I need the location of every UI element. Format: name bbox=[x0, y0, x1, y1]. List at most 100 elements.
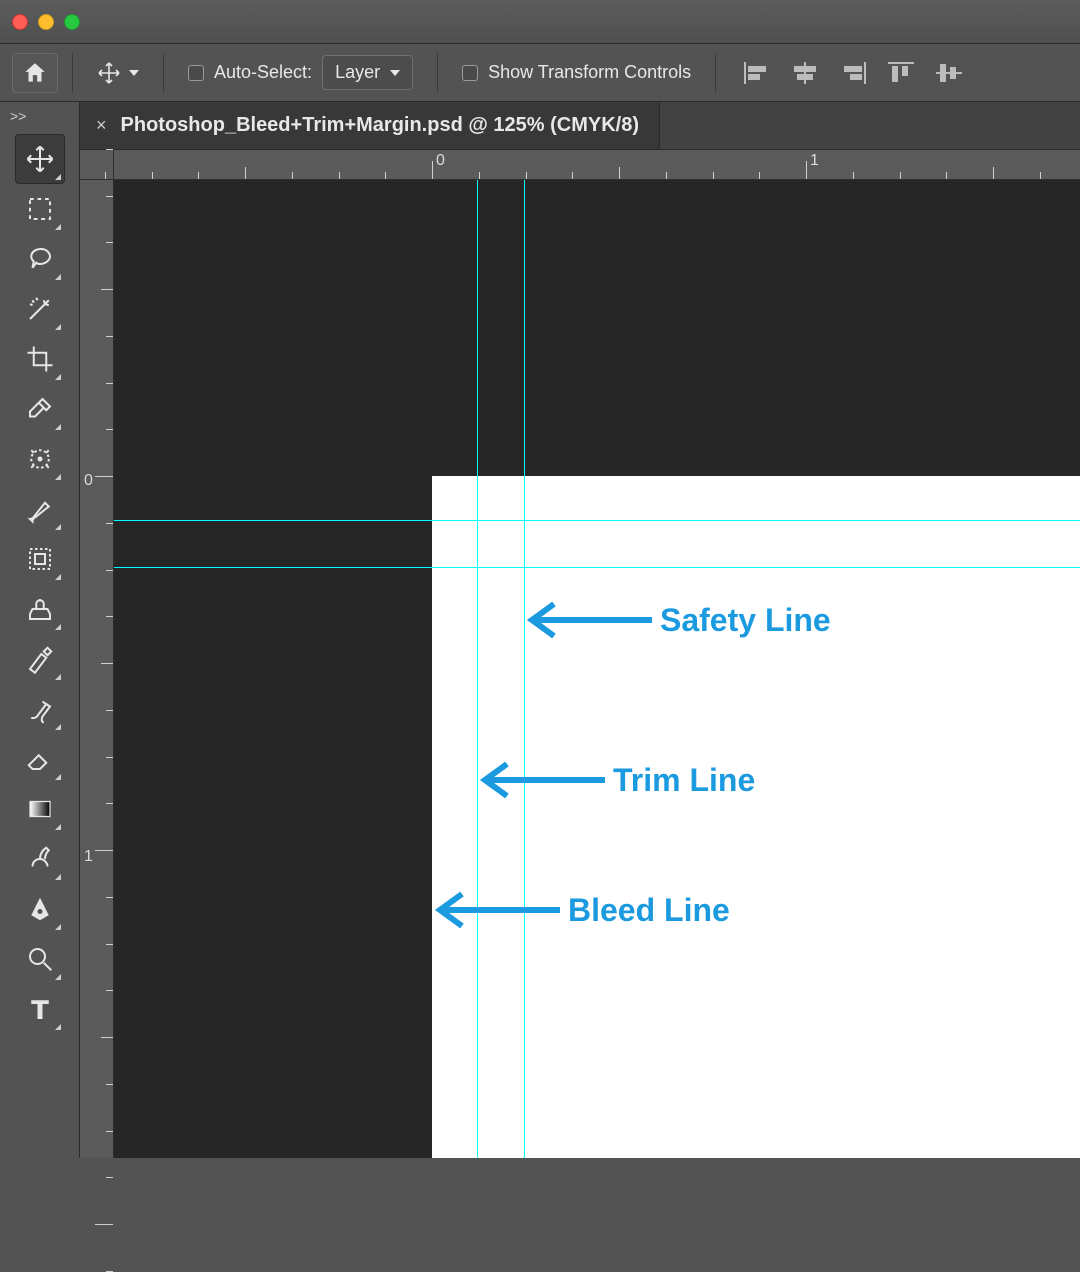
flyout-indicator-icon bbox=[55, 724, 61, 730]
spot-healing-tool-icon bbox=[25, 444, 55, 474]
smudge-tool-icon bbox=[25, 844, 55, 874]
eraser-tool-icon bbox=[25, 744, 55, 774]
annotation-label: Safety Line bbox=[660, 602, 831, 639]
document-page bbox=[432, 476, 1080, 1158]
ruler-horizontal[interactable]: 01 bbox=[114, 150, 1080, 180]
eyedropper-tool[interactable] bbox=[15, 384, 65, 434]
gradient-tool-icon bbox=[25, 794, 55, 824]
guide-horizontal[interactable] bbox=[114, 567, 1080, 568]
ruler-vertical[interactable]: 01 bbox=[80, 180, 114, 1158]
align-top-button[interactable] bbox=[888, 62, 914, 84]
canvas-viewport[interactable]: Safety Line Trim Line Bleed Line bbox=[114, 180, 1080, 1158]
show-transform-checkbox[interactable] bbox=[462, 65, 478, 81]
annotation-label: Trim Line bbox=[613, 762, 755, 799]
document-tab[interactable]: × Photoshop_Bleed+Trim+Margin.psd @ 125%… bbox=[80, 102, 660, 149]
flyout-indicator-icon bbox=[55, 324, 61, 330]
flyout-indicator-icon bbox=[55, 924, 61, 930]
panel-collapse-button[interactable]: >> bbox=[0, 102, 79, 130]
history-brush-tool[interactable] bbox=[15, 634, 65, 684]
guide-vertical[interactable] bbox=[477, 180, 478, 1158]
auto-select-group: Auto-Select: Layer bbox=[178, 53, 423, 93]
move-tool[interactable] bbox=[15, 134, 65, 184]
home-button[interactable] bbox=[12, 53, 58, 93]
window-minimize-button[interactable] bbox=[38, 14, 54, 30]
separator bbox=[72, 53, 73, 93]
align-left-button[interactable] bbox=[744, 62, 770, 84]
type-tool[interactable] bbox=[15, 984, 65, 1034]
type-tool-icon bbox=[25, 994, 55, 1024]
auto-select-dropdown[interactable]: Layer bbox=[322, 55, 413, 90]
gradient-tool[interactable] bbox=[15, 784, 65, 834]
smudge-tool[interactable] bbox=[15, 834, 65, 884]
guide-horizontal[interactable] bbox=[114, 520, 1080, 521]
flyout-indicator-icon bbox=[55, 274, 61, 280]
show-transform-group: Show Transform Controls bbox=[452, 53, 701, 93]
ruler-h-label: 1 bbox=[810, 152, 819, 170]
ruler-v-label: 0 bbox=[84, 472, 93, 490]
flyout-indicator-icon bbox=[55, 224, 61, 230]
flyout-indicator-icon bbox=[55, 774, 61, 780]
mixer-brush-tool-icon bbox=[25, 694, 55, 724]
marquee-tool[interactable] bbox=[15, 184, 65, 234]
current-tool-indicator[interactable] bbox=[87, 53, 149, 93]
separator bbox=[163, 53, 164, 93]
lasso-tool-icon bbox=[25, 244, 55, 274]
workspace: >> × Photoshop_Bleed+Trim+Margin.psd @ 1… bbox=[0, 102, 1080, 1158]
flyout-indicator-icon bbox=[55, 874, 61, 880]
mixer-brush-tool[interactable] bbox=[15, 684, 65, 734]
flyout-indicator-icon bbox=[55, 374, 61, 380]
tools-panel: >> bbox=[0, 102, 80, 1158]
arrow-left-icon bbox=[477, 760, 607, 800]
clone-stamp-tool[interactable] bbox=[15, 584, 65, 634]
pen-tool-icon bbox=[25, 894, 55, 924]
home-icon bbox=[22, 60, 48, 86]
flyout-indicator-icon bbox=[55, 474, 61, 480]
show-transform-label: Show Transform Controls bbox=[488, 62, 691, 83]
flyout-indicator-icon bbox=[55, 1024, 61, 1030]
flyout-indicator-icon bbox=[55, 174, 61, 180]
magic-wand-tool-icon bbox=[25, 294, 55, 324]
window-controls bbox=[12, 14, 80, 30]
flyout-indicator-icon bbox=[55, 674, 61, 680]
auto-select-checkbox[interactable] bbox=[188, 65, 204, 81]
history-brush-tool-icon bbox=[25, 644, 55, 674]
auto-select-value: Layer bbox=[335, 62, 380, 83]
eyedropper-tool-icon bbox=[25, 394, 55, 424]
magic-wand-tool[interactable] bbox=[15, 284, 65, 334]
annotation-label: Bleed Line bbox=[568, 892, 730, 929]
zoom-tool-icon bbox=[25, 944, 55, 974]
chevron-down-icon bbox=[390, 70, 400, 76]
crop-tool-icon bbox=[25, 344, 55, 374]
ruler-origin[interactable] bbox=[80, 150, 114, 180]
chevron-right-icon: >> bbox=[10, 108, 26, 124]
brush-tool[interactable] bbox=[15, 484, 65, 534]
separator bbox=[715, 53, 716, 93]
auto-select-label: Auto-Select: bbox=[214, 62, 312, 83]
align-center-h-button[interactable] bbox=[792, 62, 818, 84]
eraser-tool[interactable] bbox=[15, 734, 65, 784]
annotation: Bleed Line bbox=[432, 890, 730, 930]
tab-close-button[interactable]: × bbox=[96, 115, 107, 136]
flyout-indicator-icon bbox=[55, 974, 61, 980]
separator bbox=[437, 53, 438, 93]
align-buttons bbox=[730, 62, 962, 84]
guide-vertical[interactable] bbox=[524, 180, 525, 1158]
flyout-indicator-icon bbox=[55, 824, 61, 830]
zoom-tool[interactable] bbox=[15, 934, 65, 984]
flyout-indicator-icon bbox=[55, 424, 61, 430]
window-zoom-button[interactable] bbox=[64, 14, 80, 30]
frame-tool-icon bbox=[25, 544, 55, 574]
align-right-button[interactable] bbox=[840, 62, 866, 84]
spot-healing-tool[interactable] bbox=[15, 434, 65, 484]
crop-tool[interactable] bbox=[15, 334, 65, 384]
pen-tool[interactable] bbox=[15, 884, 65, 934]
align-center-v-button[interactable] bbox=[936, 62, 962, 84]
arrow-left-icon bbox=[524, 600, 654, 640]
window-close-button[interactable] bbox=[12, 14, 28, 30]
lasso-tool[interactable] bbox=[15, 234, 65, 284]
flyout-indicator-icon bbox=[55, 524, 61, 530]
flyout-indicator-icon bbox=[55, 574, 61, 580]
document-tab-title: Photoshop_Bleed+Trim+Margin.psd @ 125% (… bbox=[121, 114, 640, 137]
ruler-v-label: 1 bbox=[84, 848, 93, 866]
frame-tool[interactable] bbox=[15, 534, 65, 584]
